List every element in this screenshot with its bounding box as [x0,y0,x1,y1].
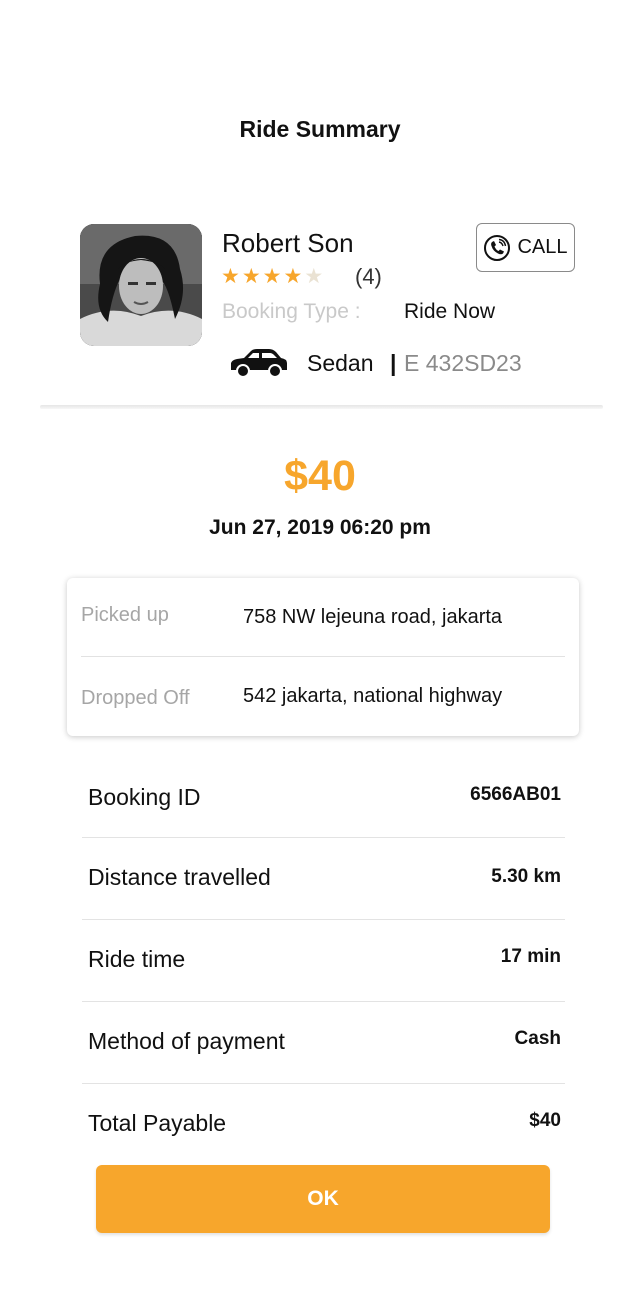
ok-button[interactable]: OK [96,1165,550,1233]
location-divider [81,656,565,657]
car-icon [231,349,287,378]
detail-label: Method of payment [88,1028,285,1054]
dropoff-address: 542 jakarta, national highway [243,685,503,707]
ok-button-label: OK [307,1187,339,1210]
pickup-address: 758 NW lejeuna road, jakarta [243,606,503,628]
detail-label: Distance travelled [88,864,271,890]
detail-value: Cash [514,1028,561,1049]
star-icon: ★ [241,265,261,288]
detail-value: $40 [529,1110,561,1131]
detail-label: Ride time [88,946,186,972]
detail-row-payment-method: Method of payment Cash [82,1002,565,1084]
driver-avatar [80,224,202,346]
call-button[interactable]: CALL [476,223,575,272]
detail-row-booking-id: Booking ID 6566AB01 [82,756,565,838]
call-button-label: CALL [517,236,568,258]
dropoff-label: Dropped Off [81,687,190,709]
detail-label: Booking ID [88,784,201,810]
vehicle-separator: | [390,350,397,376]
booking-type-value: Ride Now [404,300,496,323]
star-icon: ★ [221,265,240,288]
detail-row-ride-time: Ride time 17 min [82,920,565,1002]
section-divider [40,405,603,409]
phone-icon [484,234,511,261]
vehicle-model: Sedan [307,350,374,376]
ride-datetime: Jun 27, 2019 06:20 pm [209,516,431,539]
detail-value: 6566AB01 [470,784,561,805]
detail-row-distance: Distance travelled 5.30 km [82,838,565,920]
booking-type-label: Booking Type : [222,300,361,323]
star-empty-icon: ★ [304,265,324,288]
vehicle-plate: E 432SD23 [404,350,522,376]
detail-label: Total Payable [88,1110,227,1136]
detail-value: 17 min [500,946,561,967]
rating-stars: ★ ★ ★ ★ ★ [221,265,323,289]
driver-name: Robert Son [222,228,354,258]
pickup-label: Picked up [81,604,169,626]
page-title: Ride Summary [239,116,401,142]
driver-photo [80,224,202,346]
fare-amount: $40 [284,452,356,500]
detail-value: 5.30 km [491,866,561,887]
star-icon: ★ [283,265,303,288]
rating-count: (4) [355,264,382,289]
detail-row-total-payable: Total Payable $40 [82,1084,565,1166]
location-card: Picked up 758 NW lejeuna road, jakarta D… [67,578,579,736]
star-icon: ★ [262,265,282,288]
